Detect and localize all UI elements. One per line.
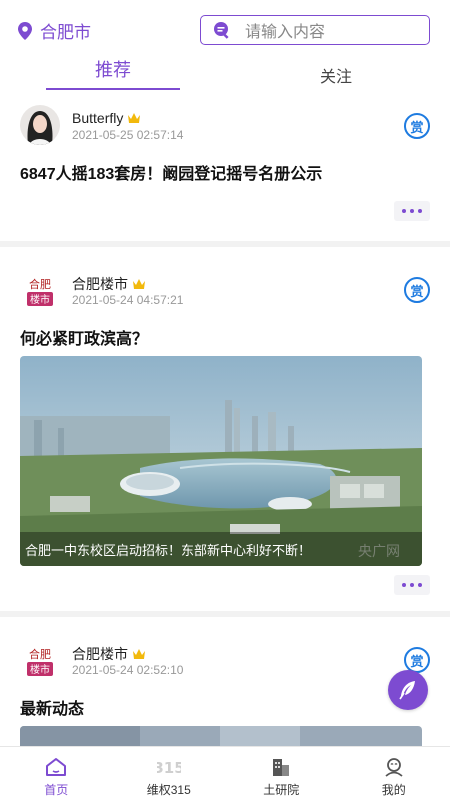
search-icon bbox=[214, 22, 229, 39]
post-time: 2021-05-25 02:57:14 bbox=[72, 128, 184, 142]
post-image[interactable]: 央广网 合肥一中东校区启动招标！东部新中心利好不断！ bbox=[20, 356, 422, 566]
crown-icon bbox=[128, 113, 141, 123]
image-caption: 合肥一中东校区启动招标！东部新中心利好不断！ bbox=[20, 532, 422, 566]
315-icon: 315 bbox=[157, 759, 181, 777]
dot-icon bbox=[418, 583, 422, 587]
post-time: 2021-05-24 02:52:10 bbox=[72, 663, 184, 677]
app-root: 合肥市 请输入内容 推荐 关注 Butterfly 2021-05-25 02:… bbox=[0, 0, 450, 800]
more-options-button[interactable] bbox=[394, 201, 430, 221]
nav-mine[interactable]: 我的 bbox=[338, 747, 450, 800]
feed-tabs: 推荐 关注 bbox=[0, 56, 450, 90]
dot-icon bbox=[402, 583, 406, 587]
svg-text:合肥: 合肥 bbox=[29, 647, 51, 661]
home-icon bbox=[46, 758, 67, 776]
nav-rights-315[interactable]: 315 维权315 bbox=[113, 747, 226, 800]
search-input[interactable]: 请输入内容 bbox=[200, 15, 430, 45]
dot-icon bbox=[402, 209, 406, 213]
reward-button[interactable]: 赏 bbox=[404, 113, 430, 139]
location-pin-icon bbox=[18, 21, 32, 40]
svg-text:楼市: 楼市 bbox=[30, 663, 50, 676]
post-feed: Butterfly 2021-05-25 02:57:14 赏 6847人摇18… bbox=[0, 95, 450, 800]
nav-research[interactable]: 土研院 bbox=[225, 747, 338, 800]
nav-label: 首页 bbox=[44, 783, 69, 797]
post-card[interactable]: 合肥 楼市 合肥楼市 2021-05-24 04:57:21 赏 何必紧盯政滨高… bbox=[0, 247, 450, 611]
more-options-button[interactable] bbox=[394, 575, 430, 595]
bottom-nav: 首页 315 维权315 土研院 我的 bbox=[0, 746, 450, 800]
post-title[interactable]: 何必紧盯政滨高？ bbox=[20, 325, 148, 349]
dot-icon bbox=[418, 209, 422, 213]
reward-button[interactable]: 赏 bbox=[404, 277, 430, 303]
avatar[interactable] bbox=[20, 105, 60, 145]
svg-text:315: 315 bbox=[157, 759, 181, 777]
tab-recommend[interactable]: 推荐 bbox=[46, 56, 180, 90]
compose-button[interactable] bbox=[388, 670, 428, 710]
svg-text:合肥: 合肥 bbox=[29, 277, 51, 291]
nav-label: 土研院 bbox=[263, 783, 300, 797]
building-icon bbox=[273, 759, 290, 776]
post-title[interactable]: 最新动态 bbox=[20, 695, 84, 719]
crown-icon bbox=[133, 279, 145, 289]
city-label: 合肥市 bbox=[40, 23, 91, 42]
post-time: 2021-05-24 04:57:21 bbox=[72, 293, 184, 307]
city-selector[interactable]: 合肥市 bbox=[18, 18, 91, 43]
author-name-text: 合肥楼市 bbox=[72, 276, 128, 292]
feather-pen-icon bbox=[399, 681, 415, 700]
dot-icon bbox=[410, 583, 414, 587]
post-card[interactable]: Butterfly 2021-05-25 02:57:14 赏 6847人摇18… bbox=[0, 95, 450, 241]
tab-follow[interactable]: 关注 bbox=[320, 63, 352, 87]
avatar[interactable]: 合肥 楼市 bbox=[20, 271, 60, 311]
author-name[interactable]: 合肥楼市 bbox=[72, 274, 146, 294]
post-title[interactable]: 6847人摇183套房！阚园登记摇号名册公示 bbox=[20, 160, 322, 184]
search-placeholder: 请输入内容 bbox=[245, 24, 326, 41]
top-header: 合肥市 请输入内容 推荐 关注 bbox=[0, 0, 450, 95]
avatar[interactable]: 合肥 楼市 bbox=[20, 641, 60, 681]
svg-text:楼市: 楼市 bbox=[30, 293, 50, 306]
dot-icon bbox=[410, 209, 414, 213]
crown-icon bbox=[133, 649, 145, 659]
author-name-text: 合肥楼市 bbox=[72, 646, 128, 662]
nav-home[interactable]: 首页 bbox=[0, 747, 113, 800]
nav-label: 维权315 bbox=[146, 783, 191, 797]
user-icon bbox=[385, 758, 403, 777]
author-name[interactable]: Butterfly bbox=[72, 110, 141, 126]
author-name[interactable]: 合肥楼市 bbox=[72, 644, 146, 664]
author-name-text: Butterfly bbox=[72, 110, 124, 126]
nav-label: 我的 bbox=[381, 783, 406, 797]
